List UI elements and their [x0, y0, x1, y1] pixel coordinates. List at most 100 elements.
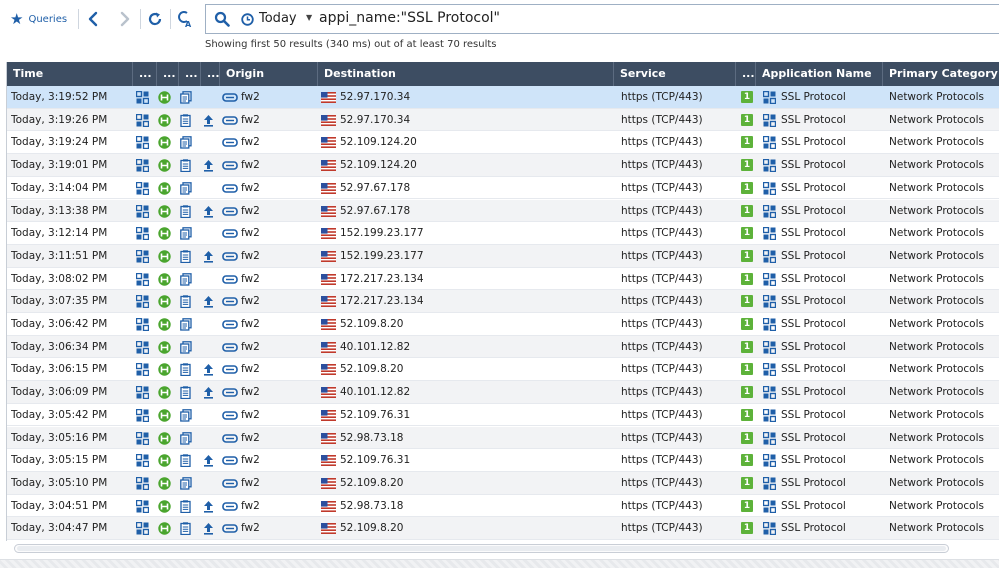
table-row[interactable]: Today, 3:04:47 PM fw2 52.109.8.20 https … [7, 517, 999, 540]
table-row[interactable]: Today, 3:05:16 PM fw2 52.98.73.18 https … [7, 426, 999, 450]
column-header-service[interactable]: Service [614, 62, 736, 86]
accept-action-icon[interactable] [158, 113, 171, 127]
chevron-down-icon[interactable]: ▼ [306, 13, 312, 22]
search-box[interactable]: Today ▼ appi_name:"SSL Protocol" [205, 4, 999, 34]
horizontal-scrollbar[interactable] [14, 544, 949, 553]
clipboard-log-icon[interactable] [180, 454, 193, 468]
clipboard-log-icon[interactable] [180, 295, 193, 309]
grid-blade-icon[interactable] [136, 227, 149, 241]
grid-blade-icon[interactable] [136, 113, 149, 127]
grid-blade-icon[interactable] [136, 91, 149, 104]
search-query-input[interactable]: appi_name:"SSL Protocol" [319, 10, 500, 26]
accept-action-icon[interactable] [158, 295, 171, 308]
column-header-time[interactable]: Time [7, 62, 133, 86]
grid-blade-icon[interactable] [136, 363, 149, 377]
grid-blade-icon[interactable] [136, 272, 149, 286]
clipboard-log-icon[interactable] [180, 386, 193, 400]
copy-log-icon[interactable] [180, 318, 193, 331]
copy-log-icon[interactable] [180, 340, 193, 354]
table-row[interactable]: Today, 3:05:42 PM fw2 52.109.76.31 https… [7, 403, 999, 427]
grid-blade-icon[interactable] [136, 181, 149, 195]
time-filter-label[interactable]: Today [259, 11, 297, 26]
accept-action-icon[interactable] [158, 91, 171, 104]
table-row[interactable]: Today, 3:12:14 PM fw2 152.199.23.177 htt… [7, 222, 999, 245]
grid-blade-icon[interactable] [136, 499, 149, 513]
clipboard-log-icon[interactable] [180, 113, 193, 127]
table-row[interactable]: Today, 3:13:38 PM fw2 52.97.67.178 https… [7, 199, 999, 223]
column-header-origin[interactable]: Origin [220, 62, 318, 86]
copy-log-icon[interactable] [180, 408, 193, 422]
column-header-icon-2[interactable]: ... [157, 62, 179, 86]
clipboard-log-icon[interactable] [180, 363, 193, 377]
queries-button[interactable]: ★ Queries [10, 10, 67, 28]
clipboard-log-icon[interactable] [180, 159, 193, 173]
column-header-destination[interactable]: Destination [318, 62, 614, 86]
grid-blade-icon[interactable] [136, 159, 149, 173]
copy-log-icon[interactable] [180, 136, 193, 150]
table-row[interactable]: Today, 3:19:24 PM fw2 52.109.124.20 http… [7, 131, 999, 155]
grid-blade-icon[interactable] [136, 295, 149, 309]
grid-blade-icon[interactable] [136, 431, 149, 445]
column-header-icon-5[interactable]: ... [736, 62, 756, 86]
table-row[interactable]: Today, 3:04:51 PM fw2 52.98.73.18 https … [7, 494, 999, 518]
copy-log-icon[interactable] [180, 272, 193, 286]
forward-button[interactable] [116, 8, 134, 30]
column-header-primary-category[interactable]: Primary Category [883, 62, 999, 86]
accept-action-icon[interactable] [158, 182, 171, 195]
table-row[interactable]: Today, 3:07:35 PM fw2 172.217.23.134 htt… [7, 290, 999, 313]
accept-action-icon[interactable] [158, 409, 171, 422]
table-row[interactable]: Today, 3:19:52 PM fw2 52.97.170.34 https… [7, 86, 999, 109]
table-row[interactable]: Today, 3:05:10 PM fw2 52.109.8.20 https … [7, 471, 999, 495]
clipboard-log-icon[interactable] [180, 499, 193, 513]
accept-action-icon[interactable] [158, 386, 171, 399]
table-row[interactable]: Today, 3:05:15 PM fw2 52.109.76.31 https… [7, 449, 999, 472]
accept-action-icon[interactable] [158, 272, 171, 286]
accept-action-icon[interactable] [158, 499, 171, 513]
table-row[interactable]: Today, 3:08:02 PM fw2 172.217.23.134 htt… [7, 267, 999, 291]
table-row[interactable]: Today, 3:06:09 PM fw2 40.101.12.82 https… [7, 381, 999, 404]
scrollbar-thumb[interactable] [17, 546, 946, 551]
accept-action-icon[interactable] [158, 363, 171, 377]
clipboard-log-icon[interactable] [180, 250, 193, 263]
accept-action-icon[interactable] [158, 136, 171, 150]
refresh-button[interactable] [146, 8, 164, 30]
accept-action-icon[interactable] [158, 204, 171, 218]
grid-blade-icon[interactable] [136, 136, 149, 150]
accept-action-icon[interactable] [158, 477, 171, 490]
accept-action-icon[interactable] [158, 340, 171, 354]
copy-log-icon[interactable] [180, 431, 193, 445]
clipboard-log-icon[interactable] [180, 522, 193, 536]
back-button[interactable] [84, 8, 102, 30]
grid-blade-icon[interactable] [136, 454, 149, 468]
column-header-icon-3[interactable]: ... [179, 62, 201, 86]
clear-search-button[interactable]: A [176, 8, 194, 30]
grid-blade-icon[interactable] [136, 318, 149, 331]
search-icon[interactable] [214, 11, 230, 30]
accept-action-icon[interactable] [158, 318, 171, 331]
grid-blade-icon[interactable] [136, 476, 149, 490]
grid-blade-icon[interactable] [136, 249, 149, 263]
copy-log-icon[interactable] [180, 477, 193, 490]
table-row[interactable]: Today, 3:19:26 PM fw2 52.97.170.34 https… [7, 108, 999, 132]
copy-log-icon[interactable] [180, 91, 193, 104]
table-row[interactable]: Today, 3:19:01 PM fw2 52.109.124.20 http… [7, 154, 999, 177]
column-header-application-name[interactable]: Application Name [756, 62, 883, 86]
table-row[interactable]: Today, 3:11:51 PM fw2 152.199.23.177 htt… [7, 244, 999, 268]
column-header-icon-1[interactable]: ... [133, 62, 157, 86]
table-row[interactable]: Today, 3:06:15 PM fw2 52.109.8.20 https … [7, 358, 999, 382]
grid-blade-icon[interactable] [136, 408, 149, 422]
accept-action-icon[interactable] [158, 522, 171, 535]
clock-icon[interactable] [241, 13, 254, 29]
accept-action-icon[interactable] [158, 159, 171, 172]
accept-action-icon[interactable] [158, 227, 171, 240]
grid-blade-icon[interactable] [136, 522, 149, 536]
copy-log-icon[interactable] [180, 181, 193, 195]
table-row[interactable]: Today, 3:06:42 PM fw2 52.109.8.20 https … [7, 313, 999, 336]
table-row[interactable]: Today, 3:06:34 PM fw2 40.101.12.82 https… [7, 335, 999, 359]
copy-log-icon[interactable] [180, 227, 193, 240]
grid-blade-icon[interactable] [136, 340, 149, 354]
column-header-icon-4[interactable]: ... [201, 62, 220, 86]
accept-action-icon[interactable] [158, 250, 171, 263]
grid-blade-icon[interactable] [136, 204, 149, 218]
clipboard-log-icon[interactable] [180, 204, 193, 218]
